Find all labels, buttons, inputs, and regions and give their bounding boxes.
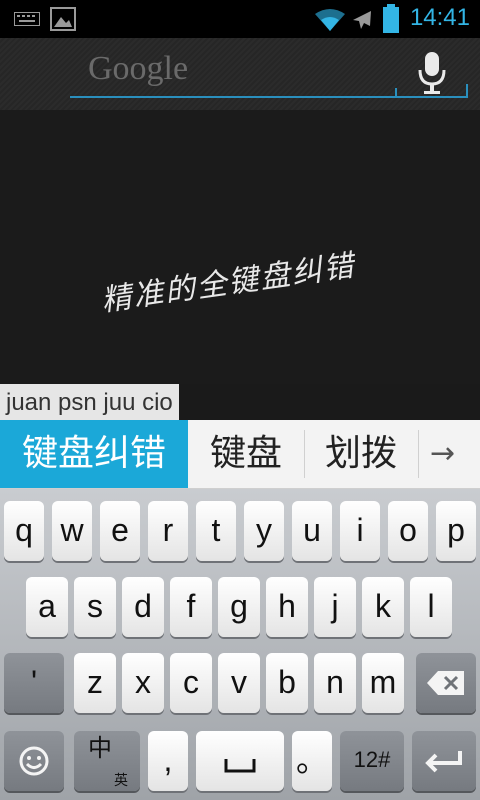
handwriting-caption: 精准的全键盘纠错	[99, 248, 358, 319]
candidate-0[interactable]: 键盘纠错	[0, 420, 188, 488]
mic-icon[interactable]	[416, 50, 448, 96]
key-l[interactable]: l	[410, 577, 452, 637]
key-f[interactable]: f	[170, 577, 212, 637]
status-time: 14:41	[409, 4, 470, 31]
key-s[interactable]: s	[74, 577, 116, 637]
key-z[interactable]: z	[74, 653, 116, 713]
image-icon	[50, 7, 76, 31]
key-apostrophe[interactable]: '	[4, 653, 64, 713]
smiley-icon	[19, 746, 49, 776]
enter-key[interactable]	[412, 731, 476, 791]
content-area: 精准的全键盘纠错	[0, 110, 480, 384]
key-c[interactable]: c	[170, 653, 212, 713]
period-key[interactable]: 。	[292, 731, 332, 791]
candidate-2[interactable]: 划拨	[306, 420, 416, 488]
keyboard: q w e r t y u i o p a s d f g h j k l ' …	[0, 489, 480, 800]
wifi-icon	[315, 9, 345, 31]
search-bar: Google	[0, 38, 480, 110]
search-divider	[395, 88, 397, 98]
more-candidates-arrow-icon[interactable]: →	[430, 420, 455, 488]
key-q[interactable]: q	[4, 501, 44, 561]
key-y[interactable]: y	[244, 501, 284, 561]
composing-text: juan psn juu cio	[0, 384, 179, 420]
key-k[interactable]: k	[362, 577, 404, 637]
key-g[interactable]: g	[218, 577, 260, 637]
key-w[interactable]: w	[52, 501, 92, 561]
keyboard-icon	[14, 12, 40, 26]
candidate-separator	[418, 430, 419, 478]
candidate-separator	[304, 430, 305, 478]
candidate-1[interactable]: 键盘	[190, 420, 302, 488]
key-a[interactable]: a	[26, 577, 68, 637]
key-m[interactable]: m	[362, 653, 404, 713]
enter-icon	[425, 751, 462, 773]
emoji-key[interactable]	[4, 731, 64, 791]
space-icon	[224, 759, 256, 773]
key-v[interactable]: v	[218, 653, 260, 713]
search-input[interactable]: Google	[88, 50, 188, 88]
candidate-bar: 键盘纠错 键盘 划拨 →	[0, 420, 480, 489]
key-n[interactable]: n	[314, 653, 356, 713]
key-e[interactable]: e	[100, 501, 140, 561]
key-u[interactable]: u	[292, 501, 332, 561]
backspace-key[interactable]	[416, 653, 476, 713]
battery-icon	[383, 4, 399, 33]
airplane-icon	[353, 11, 371, 29]
comma-key[interactable]: ,	[148, 731, 188, 791]
space-key[interactable]	[196, 731, 284, 791]
key-t[interactable]: t	[196, 501, 236, 561]
search-underline	[70, 96, 468, 98]
key-x[interactable]: x	[122, 653, 164, 713]
status-bar: 14:41	[0, 0, 480, 38]
key-o[interactable]: o	[388, 501, 428, 561]
symbols-key[interactable]: 12#	[340, 731, 404, 791]
backspace-icon	[427, 671, 464, 695]
language-switch-key[interactable]: 中 英	[74, 731, 140, 791]
key-d[interactable]: d	[122, 577, 164, 637]
key-h[interactable]: h	[266, 577, 308, 637]
language-sub-label: 英	[114, 772, 128, 788]
language-main-label: 中	[88, 735, 112, 762]
key-r[interactable]: r	[148, 501, 188, 561]
key-b[interactable]: b	[266, 653, 308, 713]
key-i[interactable]: i	[340, 501, 380, 561]
key-p[interactable]: p	[436, 501, 476, 561]
key-j[interactable]: j	[314, 577, 356, 637]
search-underline-tick	[466, 84, 468, 98]
